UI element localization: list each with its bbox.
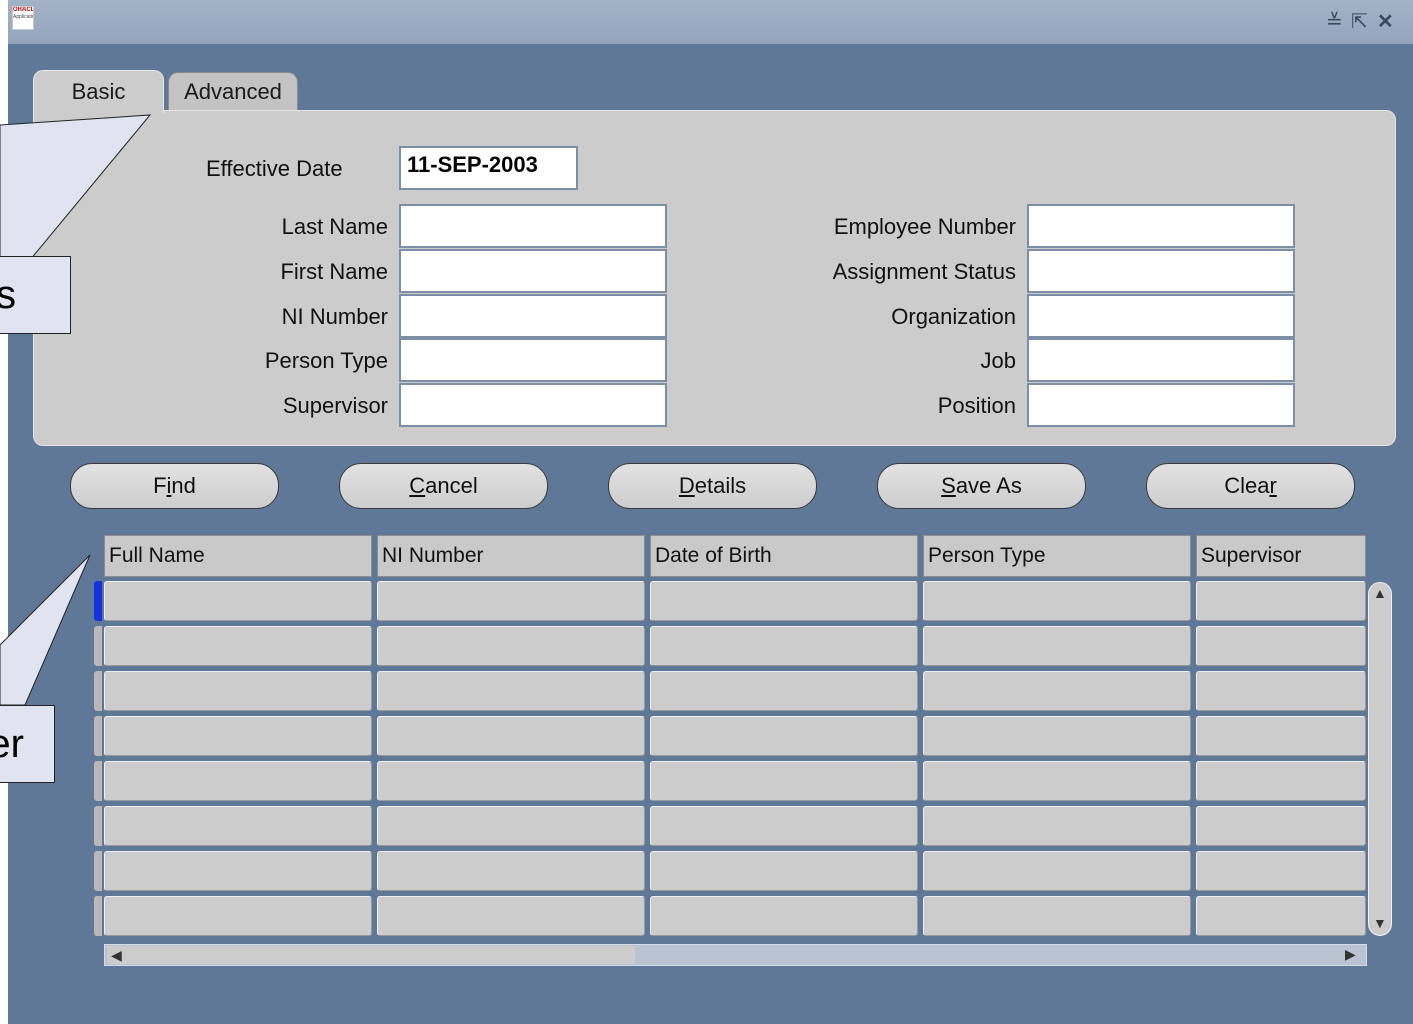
position-label: Position — [937, 393, 1016, 418]
table-cell[interactable] — [923, 896, 1191, 936]
tab-advanced[interactable]: Advanced — [168, 72, 298, 111]
table-cell[interactable] — [923, 671, 1191, 711]
employee-number-label: Employee Number — [833, 214, 1016, 239]
table-cell[interactable] — [923, 626, 1191, 666]
table-cell[interactable] — [104, 581, 372, 621]
row-selector[interactable] — [94, 761, 102, 801]
table-cell[interactable] — [377, 716, 645, 756]
scroll-down-icon[interactable]: ▼ — [1373, 915, 1387, 931]
table-cell[interactable] — [104, 671, 372, 711]
table-cell[interactable] — [104, 761, 372, 801]
row-selector[interactable] — [94, 896, 102, 936]
table-cell[interactable] — [104, 806, 372, 846]
table-cell[interactable] — [377, 851, 645, 891]
table-cell[interactable] — [1196, 806, 1366, 846]
person-type-field[interactable] — [399, 338, 667, 382]
organization-field[interactable] — [1027, 294, 1295, 338]
table-cell[interactable] — [650, 896, 918, 936]
table-cell[interactable] — [1196, 626, 1366, 666]
column-header-person-type[interactable]: Person Type — [923, 535, 1191, 577]
table-cell[interactable] — [1196, 896, 1366, 936]
close-icon[interactable]: ✕ — [1377, 12, 1394, 32]
table-cell[interactable] — [650, 716, 918, 756]
table-cell[interactable] — [104, 851, 372, 891]
last-name-label: Last Name — [281, 214, 388, 239]
save-as-button[interactable]: Save As — [877, 463, 1086, 509]
scroll-right-icon[interactable]: ▶ — [1345, 946, 1356, 963]
table-cell[interactable] — [104, 716, 372, 756]
table-cell[interactable] — [377, 896, 645, 936]
table-cell[interactable] — [650, 806, 918, 846]
table-cell[interactable] — [1196, 671, 1366, 711]
ni-number-field[interactable] — [399, 294, 667, 338]
clear-button[interactable]: Clear — [1146, 463, 1355, 509]
table-cell[interactable] — [923, 716, 1191, 756]
table-cell[interactable] — [650, 581, 918, 621]
scroll-up-icon[interactable]: ▲ — [1373, 585, 1387, 601]
callout-tabs: s — [0, 256, 71, 334]
supervisor-label: Supervisor — [282, 393, 388, 418]
organization-label: Organization — [891, 304, 1016, 329]
table-cell[interactable] — [1196, 851, 1366, 891]
table-cell[interactable] — [923, 761, 1191, 801]
horizontal-scroll-thumb[interactable]: ◀ — [107, 946, 635, 964]
table-cell[interactable] — [650, 761, 918, 801]
table-cell[interactable] — [1196, 716, 1366, 756]
table-cell[interactable] — [377, 581, 645, 621]
table-cell[interactable] — [377, 626, 645, 666]
table-cell[interactable] — [923, 851, 1191, 891]
person-type-label: Person Type — [264, 348, 388, 373]
table-cell[interactable] — [377, 761, 645, 801]
table-cell[interactable] — [377, 806, 645, 846]
table-cell[interactable] — [923, 581, 1191, 621]
callout-grid: er — [0, 705, 55, 783]
supervisor-field[interactable] — [399, 383, 667, 427]
title-bar: ORACLE Applications ≚ ⇱ ✕ — [8, 0, 1413, 44]
oracle-logo: ORACLE Applications — [12, 6, 34, 30]
oracle-window: ORACLE Applications ≚ ⇱ ✕ Basic Advanced… — [8, 0, 1413, 1024]
table-cell[interactable] — [1196, 581, 1366, 621]
table-cell[interactable] — [923, 806, 1191, 846]
column-header-full-name[interactable]: Full Name — [104, 535, 372, 577]
employee-number-field[interactable] — [1027, 204, 1295, 248]
details-button[interactable]: Details — [608, 463, 817, 509]
table-cell[interactable] — [650, 626, 918, 666]
last-name-field[interactable] — [399, 204, 667, 248]
ni-number-label: NI Number — [281, 304, 388, 329]
position-field[interactable] — [1027, 383, 1295, 427]
job-field[interactable] — [1027, 338, 1295, 382]
row-selector[interactable] — [94, 806, 102, 846]
table-cell[interactable] — [650, 851, 918, 891]
first-name-field[interactable] — [399, 249, 667, 293]
row-selector[interactable] — [94, 851, 102, 891]
effective-date-label: Effective Date — [206, 156, 343, 181]
first-name-label: First Name — [280, 259, 388, 284]
assignment-status-label: Assignment Status — [832, 259, 1016, 284]
assignment-status-field[interactable] — [1027, 249, 1295, 293]
effective-date-field[interactable]: 11-SEP-2003 — [399, 146, 578, 190]
column-header-ni-number[interactable]: NI Number — [377, 535, 645, 577]
tab-basic[interactable]: Basic — [33, 70, 164, 113]
column-header-date-of-birth[interactable]: Date of Birth — [650, 535, 918, 577]
column-header-supervisor[interactable]: Supervisor — [1196, 535, 1366, 577]
table-cell[interactable] — [104, 626, 372, 666]
vertical-scrollbar[interactable]: ▲ ▼ — [1368, 582, 1392, 936]
cancel-button[interactable]: Cancel — [339, 463, 548, 509]
table-cell[interactable] — [104, 896, 372, 936]
horizontal-scrollbar[interactable]: ◀ ▶ — [104, 944, 1367, 966]
maximize-icon[interactable]: ⇱ — [1351, 12, 1368, 32]
minimize-icon[interactable]: ≚ — [1326, 12, 1343, 32]
job-label: Job — [980, 348, 1016, 373]
table-cell[interactable] — [650, 671, 918, 711]
table-cell[interactable] — [377, 671, 645, 711]
table-cell[interactable] — [1196, 761, 1366, 801]
scroll-left-icon[interactable]: ◀ — [111, 947, 122, 964]
